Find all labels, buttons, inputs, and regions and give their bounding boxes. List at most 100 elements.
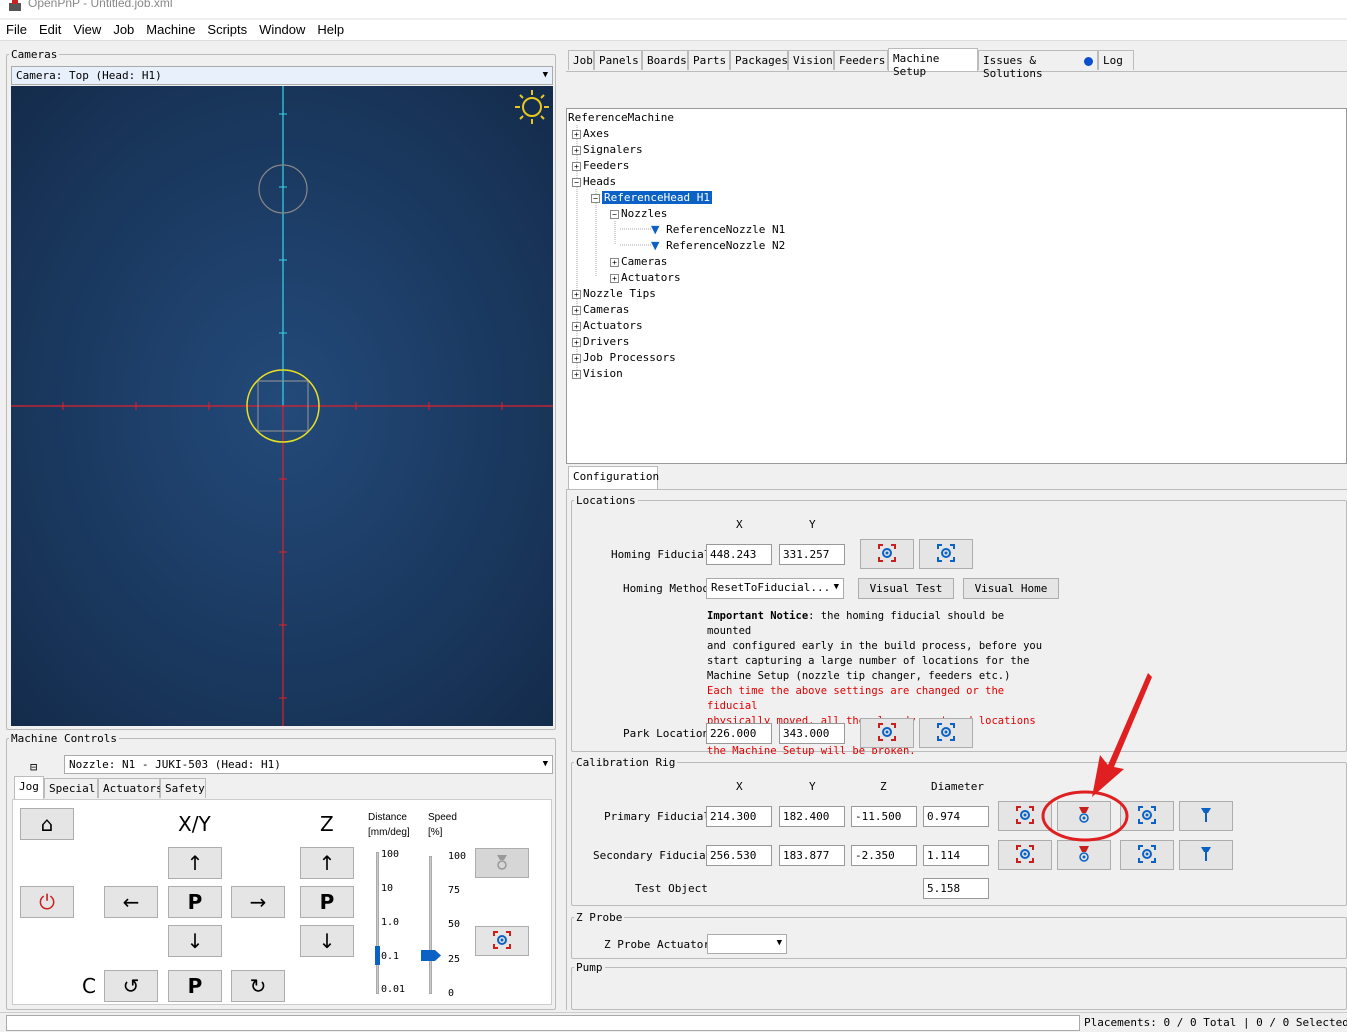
park-c-button[interactable]: P (168, 970, 222, 1002)
jog-y-minus-button[interactable]: ↓ (168, 925, 222, 957)
notice-line: start capturing a large number of locati… (707, 655, 1030, 667)
diameter-header: Diameter (931, 780, 984, 793)
tab-actuators[interactable]: Actuators (98, 778, 163, 798)
homing-method-select[interactable]: ResetToFiducial... ▼ (706, 578, 844, 599)
arrow-down-icon: ↓ (186, 929, 204, 953)
z-probe-actuator-select[interactable]: ▼ (707, 934, 787, 954)
park-y-field[interactable]: 343.000 (779, 723, 845, 744)
park-x-field[interactable]: 226.000 (706, 723, 772, 744)
move-camera-button[interactable] (919, 718, 973, 748)
secondary-z-field[interactable]: -2.350 (851, 845, 917, 866)
park-z-button[interactable]: P (300, 886, 354, 918)
camera-view[interactable] (11, 86, 553, 726)
test-object-field[interactable]: 5.158 (923, 878, 989, 899)
tab-machine-setup[interactable]: Machine Setup (888, 48, 978, 78)
distance-slider[interactable] (376, 852, 379, 994)
expand-icon: + (572, 353, 581, 363)
tree-item-head-h1[interactable]: − ReferenceHead H1 (591, 191, 712, 204)
tree-item-heads[interactable]: − Heads (572, 175, 616, 188)
tab-job[interactable]: Job (568, 50, 594, 70)
move-nozzle-button[interactable] (1179, 801, 1233, 831)
tab-safety[interactable]: Safety (160, 778, 206, 798)
rotate-ccw-button[interactable]: ↺ (104, 970, 158, 1002)
homing-y-field[interactable]: 331.257 (779, 544, 845, 565)
tab-parts[interactable]: Parts (688, 50, 730, 70)
tree-item-nozzles[interactable]: − Nozzles (610, 207, 667, 220)
jog-x-minus-button[interactable]: ← (104, 886, 158, 918)
tab-boards[interactable]: Boards (642, 50, 688, 70)
tab-special[interactable]: Special (44, 778, 98, 798)
title-bar: OpenPnP - Untitled.job.xml (0, 0, 1347, 18)
tree-item-feeders[interactable]: + Feeders (572, 159, 629, 172)
home-button[interactable]: ⌂ (20, 808, 74, 840)
z-header: Z (880, 780, 887, 793)
primary-y-field[interactable]: 182.400 (779, 806, 845, 827)
homing-x-field[interactable]: 448.243 (706, 544, 772, 565)
tree-item-cameras[interactable]: + Cameras (572, 303, 629, 316)
tab-vision[interactable]: Vision (788, 50, 834, 70)
distance-slider-thumb[interactable] (375, 946, 380, 965)
collapse-icon: − (591, 193, 600, 203)
power-button[interactable]: ⏻ (20, 886, 74, 918)
rotate-cw-button[interactable]: ↻ (231, 970, 285, 1002)
menu-help[interactable]: Help (311, 20, 350, 37)
visual-test-button[interactable]: Visual Test (858, 578, 954, 599)
tab-jog[interactable]: Jog (14, 776, 44, 799)
tab-configuration[interactable]: Configuration (568, 466, 659, 489)
primary-x-field[interactable]: 214.300 (706, 806, 772, 827)
menu-machine[interactable]: Machine (140, 20, 201, 37)
visual-home-button[interactable]: Visual Home (963, 578, 1059, 599)
tree-item-nozzle-tips[interactable]: + Nozzle Tips (572, 287, 656, 300)
menu-bar: File Edit View Job Machine Scripts Window Help (0, 20, 1347, 41)
distance-tick: 0.1 (381, 951, 400, 962)
menu-window[interactable]: Window (253, 20, 311, 37)
secondary-y-field[interactable]: 183.877 (779, 845, 845, 866)
park-xy-button[interactable]: P (168, 886, 222, 918)
nozzle-pick-button[interactable] (475, 848, 529, 878)
tree-root[interactable]: ReferenceMachine (568, 111, 674, 124)
menu-view[interactable]: View (67, 20, 107, 37)
tree-item-job-processors[interactable]: + Job Processors (572, 351, 676, 364)
tree-item-vision[interactable]: + Vision (572, 367, 623, 380)
tree-item-head-cameras[interactable]: + Cameras (610, 255, 667, 268)
menu-job[interactable]: Job (107, 20, 140, 37)
tree-item-nozzle-n1[interactable]: ▼ ReferenceNozzle N1 (651, 223, 785, 236)
menu-edit[interactable]: Edit (33, 20, 67, 37)
move-camera-button[interactable] (919, 539, 973, 569)
power-icon: ⏻ (39, 890, 55, 914)
machine-controls-legend: Machine Controls (11, 732, 117, 745)
tab-issues-solutions[interactable]: Issues & Solutions (978, 50, 1098, 80)
menu-file[interactable]: File (0, 20, 33, 37)
tree-item-nozzle-n2[interactable]: ▼ ReferenceNozzle N2 (651, 239, 785, 252)
capture-camera-button[interactable] (475, 926, 529, 956)
tab-packages[interactable]: Packages (730, 50, 788, 70)
move-nozzle-button[interactable] (1179, 840, 1233, 870)
tree-item-head-actuators[interactable]: + Actuators (610, 271, 681, 284)
light-icon[interactable] (514, 89, 550, 125)
secondary-x-field[interactable]: 256.530 (706, 845, 772, 866)
jog-z-plus-button[interactable]: ↑ (300, 847, 354, 879)
jog-z-minus-button[interactable]: ↓ (300, 925, 354, 957)
capture-camera-button[interactable] (860, 718, 914, 748)
tree-item-signalers[interactable]: + Signalers (572, 143, 643, 156)
jog-x-plus-button[interactable]: → (231, 886, 285, 918)
collapse-icon[interactable]: ⊟ (30, 760, 37, 774)
x-header: X (736, 518, 743, 531)
tab-feeders[interactable]: Feeders (834, 50, 888, 70)
capture-camera-button[interactable] (860, 539, 914, 569)
nozzle-select[interactable]: Nozzle: N1 - JUKI-503 (Head: H1) ▼ (64, 755, 553, 774)
locations-legend: Locations (576, 494, 636, 507)
tree-item-drivers[interactable]: + Drivers (572, 335, 629, 348)
secondary-diameter-field[interactable]: 1.114 (923, 845, 989, 866)
tree-item-actuators[interactable]: + Actuators (572, 319, 643, 332)
primary-z-field[interactable]: -11.500 (851, 806, 917, 827)
primary-diameter-field[interactable]: 0.974 (923, 806, 989, 827)
speed-slider[interactable] (429, 856, 432, 994)
tab-panels[interactable]: Panels (594, 50, 642, 70)
camera-select[interactable]: Camera: Top (Head: H1) ▼ (11, 66, 553, 85)
tree-item-axes[interactable]: + Axes (572, 127, 610, 140)
tab-log[interactable]: Log (1098, 50, 1134, 70)
menu-scripts[interactable]: Scripts (201, 20, 253, 37)
notice-line: Machine Setup (nozzle tip changer, feede… (707, 670, 1011, 682)
jog-y-plus-button[interactable]: ↑ (168, 847, 222, 879)
